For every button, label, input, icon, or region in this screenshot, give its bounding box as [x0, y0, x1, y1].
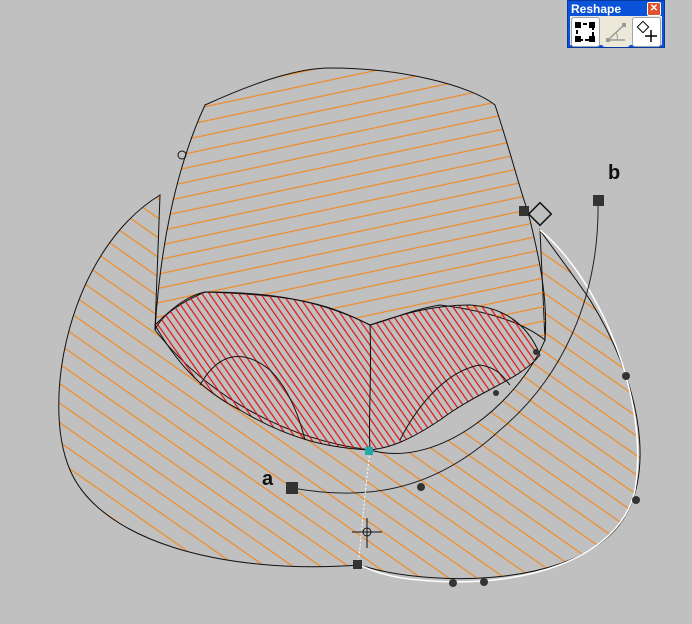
reshape-toolbar[interactable]: Reshape ✕	[567, 0, 665, 48]
control-point-a[interactable]	[286, 482, 298, 494]
node[interactable]	[365, 447, 373, 455]
node-select-icon	[575, 22, 596, 42]
toolbar-title: Reshape	[571, 2, 622, 16]
angle-handle[interactable]	[527, 201, 553, 227]
design-canvas[interactable]	[0, 0, 692, 624]
node[interactable]	[519, 206, 529, 216]
add-node-button[interactable]	[632, 17, 662, 47]
label-a: a	[262, 468, 274, 490]
stitch-angle-icon	[606, 23, 626, 42]
control-point-b[interactable]	[593, 195, 604, 206]
label-b: b	[608, 162, 621, 184]
close-icon[interactable]: ✕	[647, 2, 661, 16]
node-select-button[interactable]	[571, 17, 600, 47]
node[interactable]	[353, 560, 362, 569]
stitch-angle-button[interactable]	[601, 17, 631, 47]
add-node-icon	[636, 21, 657, 42]
